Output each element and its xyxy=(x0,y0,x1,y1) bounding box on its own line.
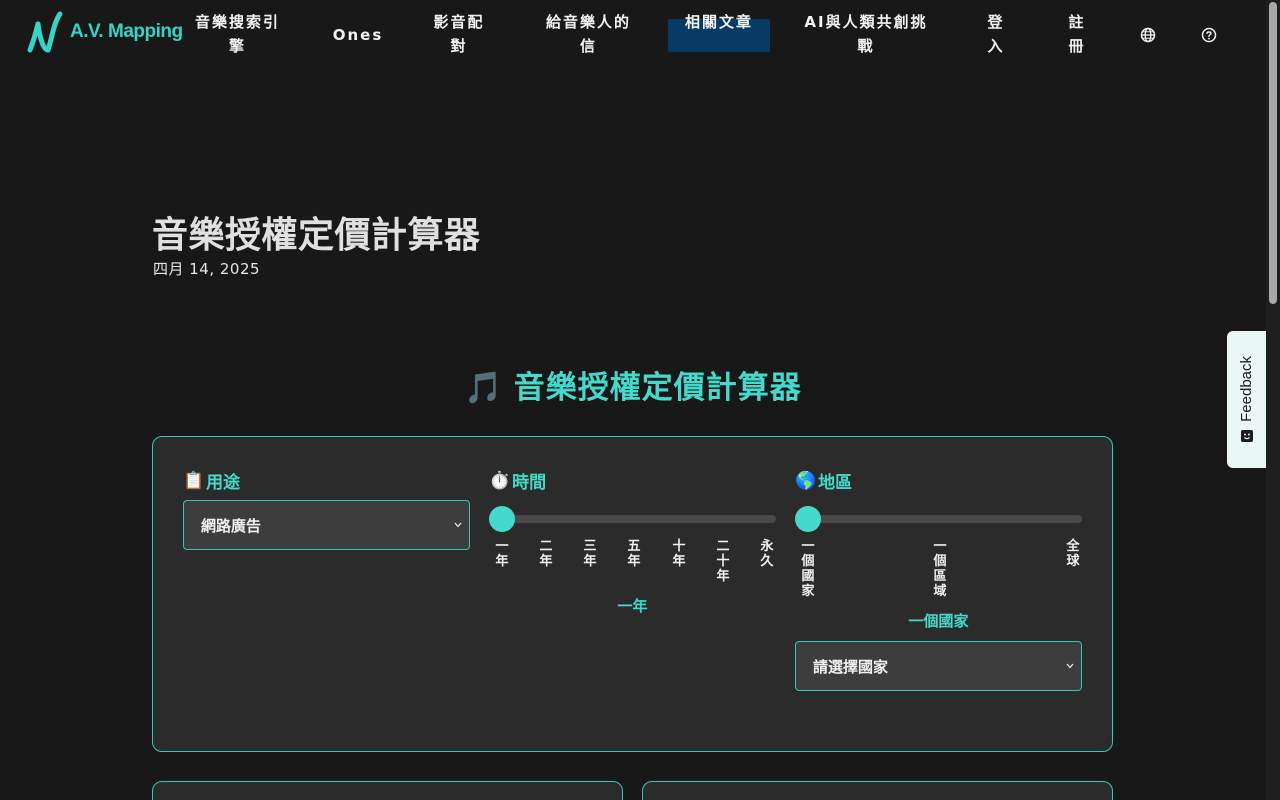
time-slider-thumb[interactable] xyxy=(489,506,515,532)
logo-mark-icon xyxy=(27,11,63,53)
page-title: 音樂授權定價計算器 xyxy=(152,215,481,256)
globe-icon[interactable] xyxy=(1140,27,1156,43)
usage-select[interactable]: 網路廣告 xyxy=(183,500,470,550)
time-tick: 五年 xyxy=(627,539,641,569)
calculator-heading-text: 音樂授權定價計算器 xyxy=(513,370,802,406)
smiley-chat-icon xyxy=(1240,430,1253,443)
time-tick: 三年 xyxy=(583,539,597,569)
region-slider-track[interactable] xyxy=(795,515,1082,523)
nav-item-ones[interactable]: Ones xyxy=(330,23,386,47)
time-tick: 永久 xyxy=(760,539,774,569)
nav-item-register[interactable]: 註冊 xyxy=(1065,10,1089,58)
region-tick: 全球 xyxy=(1066,539,1080,569)
result-panel-left xyxy=(152,781,623,800)
time-tick: 一年 xyxy=(495,539,509,569)
globe-americas-icon: 🌎 xyxy=(795,470,817,491)
nav-item-letter-to-musicians[interactable]: 給音樂人的信 xyxy=(541,10,636,58)
calculator-heading: 🎵 音樂授權定價計算器 xyxy=(0,362,1266,407)
calculator-panel: 📋 用途 網路廣告 ⏱️ 時間 一年 二年 三年 五年 十年 二十年 永久 一年… xyxy=(152,436,1113,752)
time-tick: 十年 xyxy=(672,539,686,569)
page-scrollbar[interactable] xyxy=(1266,0,1280,800)
region-tick: 一個國家 xyxy=(801,539,815,599)
usage-label-text: 用途 xyxy=(206,473,241,493)
time-label-text: 時間 xyxy=(512,473,547,493)
time-tick: 二十年 xyxy=(716,539,730,584)
article-date: 四月 14, 2025 xyxy=(153,260,261,278)
result-panel-right xyxy=(642,781,1113,800)
scrollbar-thumb[interactable] xyxy=(1269,2,1277,304)
nav-item-av-matching[interactable]: 影音配對 xyxy=(430,10,488,58)
time-slider-value: 一年 xyxy=(617,597,648,615)
usage-select-value: 網路廣告 xyxy=(201,516,262,535)
usage-label: 📋 用途 xyxy=(183,468,241,494)
time-tick: 二年 xyxy=(539,539,553,569)
country-select-placeholder: 請選擇國家 xyxy=(813,657,889,676)
stopwatch-icon: ⏱️ xyxy=(489,470,511,491)
clipboard-icon: 📋 xyxy=(183,470,205,491)
nav-item-related-articles[interactable]: 相關文章 xyxy=(668,13,770,52)
region-tick: 一個區域 xyxy=(933,539,947,599)
help-icon[interactable] xyxy=(1201,27,1217,43)
music-note-icon: 🎵 xyxy=(464,370,504,406)
nav-item-music-search[interactable]: 音樂搜索引擎 xyxy=(190,10,285,58)
site-logo[interactable]: A.V. Mapping xyxy=(26,10,183,54)
top-navbar: A.V. Mapping 音樂搜索引擎 Ones 影音配對 給音樂人的信 相關文… xyxy=(0,0,1266,72)
chevron-down-icon xyxy=(1066,663,1074,669)
region-label-text: 地區 xyxy=(818,473,853,493)
nav-item-login[interactable]: 登入 xyxy=(984,10,1008,58)
logo-text: A.V. Mapping xyxy=(70,21,183,42)
chevron-down-icon xyxy=(454,522,462,528)
region-label: 🌎 地區 xyxy=(795,468,853,494)
time-label: ⏱️ 時間 xyxy=(489,468,547,494)
time-slider-track[interactable] xyxy=(489,515,776,523)
nav-item-ai-human-challenge[interactable]: AI與人類共創挑戰 xyxy=(800,10,932,58)
country-select[interactable]: 請選擇國家 xyxy=(795,641,1082,691)
region-slider-value: 一個國家 xyxy=(908,612,969,630)
region-slider-thumb[interactable] xyxy=(795,506,821,532)
